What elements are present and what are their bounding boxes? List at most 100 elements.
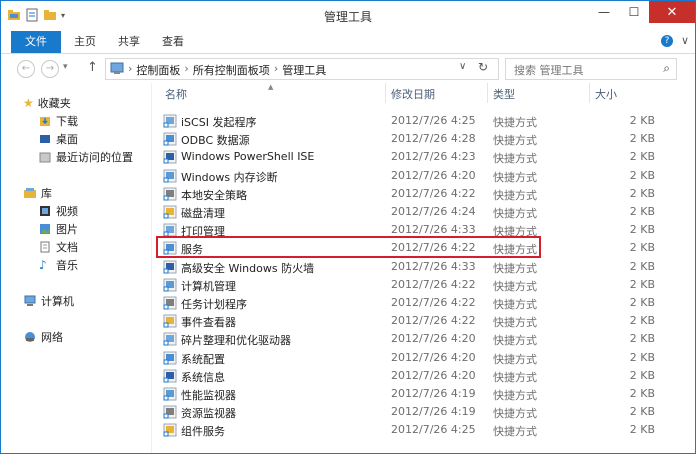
table-row[interactable]: Windows PowerShell ISE 2012/7/26 4:23 快捷方式…	[161, 148, 661, 166]
tab-home[interactable]: 主页	[67, 31, 103, 53]
file-date: 2012/7/26 4:22	[391, 186, 476, 200]
search-input[interactable]: 搜索 管理工具 ⌕	[505, 58, 677, 80]
nav-item-label: 音乐	[56, 259, 78, 272]
window-controls: — ☐ ✕	[589, 1, 695, 23]
pane-divider[interactable]	[151, 83, 152, 453]
address-dropdown-icon[interactable]: ∨	[459, 61, 466, 72]
file-name: 高级安全 Windows 防火墙	[181, 261, 315, 275]
table-row[interactable]: 任务计划程序 2012/7/26 4:22 快捷方式 2 KB	[161, 294, 661, 312]
back-button[interactable]: ←	[17, 60, 35, 78]
file-type: 快捷方式	[493, 352, 537, 366]
table-row[interactable]: Windows 内存诊断 2012/7/26 4:20 快捷方式 2 KB	[161, 167, 661, 185]
shortcut-icon	[163, 369, 177, 383]
nav-item-downloads[interactable]: 下载	[39, 113, 78, 129]
table-row[interactable]: ODBC 数据源 2012/7/26 4:28 快捷方式 2 KB	[161, 130, 661, 148]
file-name: Windows PowerShell ISE	[181, 150, 315, 164]
file-date: 2012/7/26 4:22	[391, 296, 476, 309]
shortcut-icon	[163, 132, 177, 146]
sort-ascending-icon: ▲	[268, 83, 274, 91]
recent-locations-icon[interactable]: ▾	[63, 62, 68, 72]
up-button[interactable]: ↑	[87, 60, 98, 75]
table-row[interactable]: 本地安全策略 2012/7/26 4:22 快捷方式 2 KB	[161, 185, 661, 203]
table-row[interactable]: 组件服务 2012/7/26 4:25 快捷方式 2 KB	[161, 421, 661, 439]
file-date: 2012/7/26 4:20	[391, 368, 476, 382]
minimize-button[interactable]: —	[589, 1, 619, 23]
table-row[interactable]: 计算机管理 2012/7/26 4:22 快捷方式 2 KB	[161, 276, 661, 294]
table-row[interactable]: iSCSI 发起程序 2012/7/26 4:25 快捷方式 2 KB	[161, 112, 661, 130]
column-divider[interactable]	[589, 83, 590, 103]
crumb-separator-icon[interactable]: ›	[184, 62, 188, 78]
selection-highlight	[156, 236, 541, 258]
nav-item-pictures[interactable]: 图片	[39, 221, 78, 237]
file-type: 快捷方式	[493, 116, 537, 129]
table-row[interactable]: 资源监视器 2012/7/26 4:19 快捷方式 2 KB	[161, 403, 661, 421]
search-placeholder: 搜索 管理工具	[514, 64, 584, 77]
file-size: 2 KB	[629, 423, 655, 437]
file-date: 2012/7/26 4:20	[391, 332, 476, 346]
nav-favorites[interactable]: ★ 收藏夹	[23, 95, 71, 111]
nav-computer[interactable]: 计算机	[23, 293, 74, 309]
music-icon: ♪	[39, 258, 47, 272]
file-size: 2 KB	[629, 314, 655, 328]
tab-view[interactable]: 查看	[155, 31, 191, 53]
nav-network[interactable]: 网络	[23, 329, 63, 345]
column-divider[interactable]	[487, 83, 488, 103]
breadcrumb-control-panel[interactable]: 控制面板	[136, 62, 180, 78]
column-header-date[interactable]: 修改日期	[391, 86, 435, 102]
expand-ribbon-icon[interactable]: ∨	[681, 34, 689, 47]
document-icon	[40, 241, 50, 253]
nav-item-documents[interactable]: 文档	[39, 239, 78, 255]
table-row[interactable]: 事件查看器 2012/7/26 4:22 快捷方式 2 KB	[161, 312, 661, 330]
file-date: 2012/7/26 4:22	[391, 277, 476, 291]
nav-item-label: 视频	[56, 205, 78, 218]
file-type: 快捷方式	[493, 389, 537, 402]
shortcut-icon	[163, 187, 177, 201]
column-header-type[interactable]: 类型	[493, 86, 515, 102]
shortcut-icon	[163, 423, 177, 437]
file-date: 2012/7/26 4:25	[391, 423, 476, 437]
column-divider[interactable]	[385, 83, 386, 103]
nav-item-videos[interactable]: 视频	[39, 203, 78, 219]
tab-file[interactable]: 文件	[11, 31, 61, 53]
title-bar: ▾ 管理工具 — ☐ ✕	[1, 1, 695, 31]
nav-item-desktop[interactable]: 桌面	[39, 131, 78, 147]
shortcut-icon	[163, 114, 177, 128]
breadcrumb-all-items[interactable]: 所有控制面板项	[193, 62, 270, 78]
file-name: 任务计划程序	[181, 298, 247, 311]
table-row[interactable]: 系统配置 2012/7/26 4:20 快捷方式 2 KB	[161, 349, 661, 367]
table-row[interactable]: 碎片整理和优化驱动器 2012/7/26 4:20 快捷方式 2 KB	[161, 330, 661, 348]
shortcut-icon	[163, 278, 177, 292]
explorer-window: ▾ 管理工具 — ☐ ✕ 文件 主页 共享 查看 ∨ ? ← → ▾ ↑ › 控…	[0, 0, 696, 454]
nav-libraries[interactable]: 库	[23, 185, 52, 201]
library-icon	[24, 188, 36, 198]
forward-button[interactable]: →	[41, 60, 59, 78]
nav-item-label: 图片	[56, 223, 78, 236]
file-list: ▲ 名称 修改日期 类型 大小 iSCSI 发起程序 2012/7/26 4:25…	[153, 83, 693, 453]
nav-item-recent[interactable]: 最近访问的位置	[39, 149, 133, 165]
address-bar[interactable]: › 控制面板 › 所有控制面板项 › 管理工具 ∨ ↻	[105, 58, 499, 80]
tab-share[interactable]: 共享	[111, 31, 147, 53]
maximize-button[interactable]: ☐	[619, 1, 649, 23]
crumb-separator-icon[interactable]: ›	[274, 62, 278, 78]
file-name: 系统信息	[181, 370, 225, 384]
nav-libraries-label: 库	[41, 187, 52, 200]
nav-item-label: 下载	[56, 115, 78, 128]
table-row[interactable]: 系统信息 2012/7/26 4:20 快捷方式 2 KB	[161, 367, 661, 385]
table-row[interactable]: 高级安全 Windows 防火墙 2012/7/26 4:33 快捷方式 2 KB	[161, 258, 661, 276]
breadcrumb-admin-tools[interactable]: 管理工具	[282, 62, 326, 78]
desktop-icon	[40, 135, 50, 143]
nav-item-music[interactable]: ♪ 音乐	[39, 257, 78, 273]
column-header-name[interactable]: 名称	[165, 86, 187, 102]
file-name: 磁盘清理	[181, 207, 225, 220]
help-icon[interactable]: ?	[661, 35, 673, 47]
table-row[interactable]: 性能监视器 2012/7/26 4:19 快捷方式 2 KB	[161, 385, 661, 403]
close-button[interactable]: ✕	[649, 1, 695, 23]
nav-computer-label: 计算机	[41, 295, 74, 308]
nav-network-label: 网络	[41, 331, 63, 344]
nav-item-label: 桌面	[56, 133, 78, 146]
table-row[interactable]: 磁盘清理 2012/7/26 4:24 快捷方式 2 KB	[161, 203, 661, 221]
refresh-icon[interactable]: ↻	[478, 60, 488, 74]
search-icon[interactable]: ⌕	[663, 61, 670, 76]
column-header-size[interactable]: 大小	[595, 86, 617, 102]
file-name: 性能监视器	[181, 389, 236, 402]
